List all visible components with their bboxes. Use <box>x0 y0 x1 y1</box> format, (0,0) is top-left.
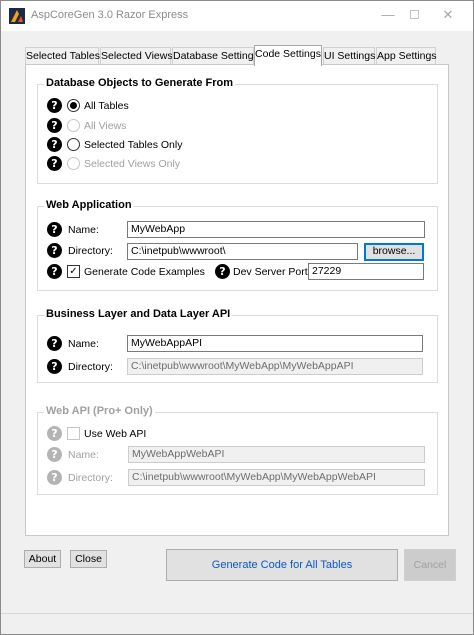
minimize-icon: — <box>381 7 395 22</box>
radio-selected-tables-label: Selected Tables Only <box>84 139 183 151</box>
web-api-name-input: MyWebAppWebAPI <box>128 446 425 463</box>
radio-all-views-label: All Views <box>84 120 127 132</box>
close-window-button[interactable]: ✕ <box>431 1 465 31</box>
api-name-input[interactable]: MyWebAppAPI <box>127 335 423 352</box>
help-icon[interactable]: ? <box>215 264 230 279</box>
radio-all-views <box>67 119 80 132</box>
tab-database-settings[interactable]: Database Settings <box>172 47 259 65</box>
tab-ui-settings[interactable]: UI Settings <box>323 47 375 65</box>
web-app-name-input[interactable]: MyWebApp <box>127 221 425 238</box>
help-icon[interactable]: ? <box>47 222 62 237</box>
dev-server-port-label: Dev Server Port: <box>233 266 311 278</box>
help-icon[interactable]: ? <box>47 264 62 279</box>
radio-all-tables-label: All Tables <box>84 100 129 112</box>
help-icon[interactable]: ? <box>47 359 62 374</box>
title-bar: AspCoreGen 3.0 Razor Express — ✕ <box>1 1 473 31</box>
browse-button[interactable]: browse... <box>364 243 424 261</box>
help-icon[interactable]: ? <box>47 336 62 351</box>
maximize-button[interactable] <box>397 1 431 31</box>
help-icon[interactable]: ? <box>47 137 62 152</box>
generate-examples-label: Generate Code Examples <box>84 266 205 278</box>
web-app-directory-input[interactable]: C:\inetpub\wwwroot\ <box>127 243 358 260</box>
db-objects-heading: Database Objects to Generate From <box>44 77 236 89</box>
business-layer-heading: Business Layer and Data Layer API <box>44 308 233 320</box>
tab-code-settings[interactable]: Code Settings <box>254 45 322 66</box>
cancel-button: Cancel <box>404 549 456 581</box>
radio-selected-views <box>67 157 80 170</box>
about-button[interactable]: About <box>24 550 61 568</box>
generate-code-button[interactable]: Generate Code for All Tables <box>166 549 398 581</box>
help-icon[interactable]: ? <box>47 98 62 113</box>
app-logo-icon <box>9 8 25 24</box>
maximize-icon <box>409 10 419 19</box>
close-button[interactable]: Close <box>70 550 107 568</box>
use-web-api-label: Use Web API <box>84 428 147 440</box>
api-name-label: Name: <box>68 338 99 350</box>
help-icon[interactable]: ? <box>47 243 62 258</box>
web-app-name-label: Name: <box>68 224 99 236</box>
help-icon[interactable]: ? <box>47 156 62 171</box>
api-directory-input[interactable]: C:\inetpub\wwwroot\MyWebApp\MyWebAppAPI <box>127 358 423 375</box>
radio-all-tables[interactable] <box>67 99 80 112</box>
help-icon: ? <box>47 470 62 485</box>
tab-selected-tables[interactable]: Selected Tables <box>25 47 100 65</box>
tab-selected-views[interactable]: Selected Views <box>100 47 173 65</box>
web-api-name-label: Name: <box>68 449 99 461</box>
web-api-heading: Web API (Pro+ Only) <box>44 405 155 417</box>
tab-app-settings[interactable]: App Settings <box>376 47 437 65</box>
window-title: AspCoreGen 3.0 Razor Express <box>31 9 189 21</box>
api-directory-label: Directory: <box>68 361 113 373</box>
status-bar <box>1 613 473 634</box>
radio-selected-views-label: Selected Views Only <box>84 158 181 170</box>
radio-selected-tables[interactable] <box>67 138 80 151</box>
generate-examples-checkbox[interactable]: ✓ <box>67 265 80 278</box>
help-icon[interactable]: ? <box>47 118 62 133</box>
dev-server-port-input[interactable]: 27229 <box>308 263 424 280</box>
web-api-directory-input: C:\inetpub\wwwroot\MyWebApp\MyWebAppWebA… <box>128 469 425 486</box>
close-icon: ✕ <box>442 7 454 22</box>
help-icon: ? <box>47 426 62 441</box>
web-app-directory-label: Directory: <box>68 245 113 257</box>
web-application-heading: Web Application <box>44 199 134 211</box>
web-api-directory-label: Directory: <box>68 472 113 484</box>
app-window: AspCoreGen 3.0 Razor Express — ✕ Selecte… <box>0 0 474 635</box>
use-web-api-checkbox <box>67 427 80 440</box>
help-icon: ? <box>47 447 62 462</box>
